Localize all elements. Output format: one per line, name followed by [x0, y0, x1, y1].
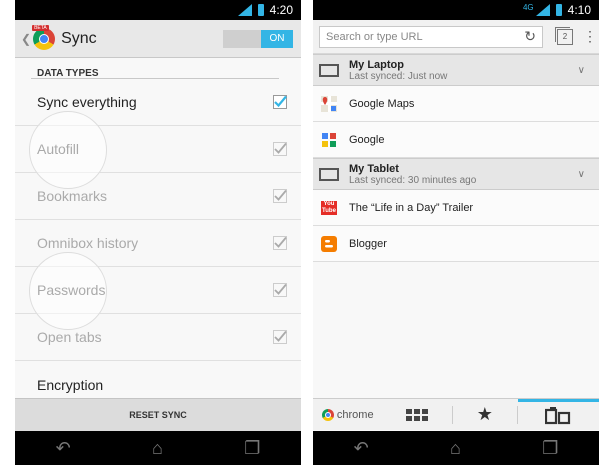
most-visited-button[interactable]	[383, 399, 453, 430]
row-label: Open tabs	[37, 329, 102, 345]
other-devices-icon	[545, 407, 571, 425]
status-bar: 4G 4:10	[313, 0, 599, 20]
checkbox-disabled-icon[interactable]	[273, 236, 287, 250]
section-header: DATA TYPES	[37, 68, 99, 79]
system-nav-bar: ↶ ⌂ ❐	[313, 431, 599, 465]
device-name: My Tablet	[349, 162, 399, 175]
status-clock: 4:20	[269, 3, 293, 17]
omnibox[interactable]: Search or type URL ↻	[319, 25, 543, 48]
back-caret-icon[interactable]: ❮	[21, 32, 31, 46]
device-name: My Laptop	[349, 58, 404, 71]
remote-tab-item[interactable]: Google Maps	[313, 86, 599, 122]
omnibox-placeholder: Search or type URL	[326, 30, 423, 43]
back-icon[interactable]: ↶	[56, 438, 71, 459]
status-clock: 4:10	[567, 3, 591, 17]
row-label: Autofill	[37, 141, 80, 157]
checkbox-disabled-icon[interactable]	[273, 283, 287, 297]
tab-switcher-icon[interactable]: 2	[555, 26, 573, 45]
page-title: Sync	[61, 29, 97, 47]
tab-title: Google	[349, 133, 385, 146]
bottom-nav-bar: chrome ★	[313, 398, 599, 430]
passwords-row[interactable]: Passwords	[15, 252, 301, 330]
grid-icon	[406, 408, 429, 421]
remote-tab-item[interactable]: You Tube The “Life in a Day” Trailer	[313, 190, 599, 226]
system-nav-bar: ↶ ⌂ ❐	[15, 431, 301, 465]
recents-icon[interactable]: ❐	[542, 438, 558, 459]
remote-tab-item[interactable]: Google	[313, 122, 599, 158]
autofill-row[interactable]: Autofill	[15, 111, 301, 189]
star-icon: ★	[476, 404, 493, 424]
sync-toggle[interactable]: ON	[223, 29, 293, 48]
google-maps-favicon	[321, 95, 337, 112]
checkbox-disabled-icon[interactable]	[273, 189, 287, 203]
row-label: Encryption	[37, 376, 104, 393]
remote-tab-item[interactable]: Blogger	[313, 226, 599, 262]
youtube-favicon: You Tube	[321, 200, 337, 216]
home-icon[interactable]: ⌂	[152, 438, 163, 459]
battery-icon	[257, 4, 264, 16]
row-label: Sync everything	[37, 94, 137, 110]
chevron-down-icon[interactable]: ∨	[578, 169, 585, 180]
back-icon[interactable]: ↶	[354, 438, 369, 459]
status-bar: 4:20	[15, 0, 301, 20]
bookmarks-row[interactable]: Bookmarks	[15, 173, 301, 220]
network-type: 4G	[522, 3, 534, 12]
row-label: Omnibox history	[37, 235, 139, 251]
tab-count: 2	[562, 32, 568, 41]
reset-sync-button[interactable]: RESET SYNC	[15, 398, 301, 431]
checkbox-disabled-icon[interactable]	[273, 330, 287, 344]
action-bar: ❮ BETA Sync ON	[15, 20, 301, 58]
row-label: Passwords	[37, 282, 106, 298]
signal-icon	[237, 4, 252, 16]
tablet-icon	[319, 167, 339, 181]
chrome-brand: chrome	[313, 399, 383, 430]
youtube-logo-text: You Tube	[321, 200, 337, 215]
tab-title: Google Maps	[349, 97, 415, 110]
bookmarks-button[interactable]: ★	[453, 399, 517, 430]
other-devices-button[interactable]	[517, 399, 599, 430]
blogger-favicon	[321, 235, 337, 252]
recents-icon[interactable]: ❐	[244, 438, 260, 459]
battery-icon	[555, 4, 562, 16]
beta-tag: BETA	[32, 24, 49, 31]
checkbox-checked-icon[interactable]	[273, 95, 287, 109]
device-sync-status: Last synced: Just now	[349, 70, 448, 82]
toggle-on-label: ON	[261, 29, 293, 48]
chrome-brand-label: chrome	[336, 408, 374, 421]
tab-title: Blogger	[349, 237, 387, 250]
chrome-beta-logo[interactable]: BETA	[32, 24, 56, 50]
toolbar: Search or type URL ↻ 2 ⋮	[313, 20, 599, 54]
chevron-down-icon[interactable]: ∨	[578, 65, 585, 76]
overflow-menu-icon[interactable]: ⋮	[583, 28, 597, 45]
device-sync-status: Last synced: 30 minutes ago	[349, 174, 477, 186]
device-header[interactable]: My Laptop Last synced: Just now ∨	[313, 54, 599, 86]
device-header[interactable]: My Tablet Last synced: 30 minutes ago ∨	[313, 158, 599, 190]
checkbox-disabled-icon[interactable]	[273, 142, 287, 156]
google-favicon	[321, 132, 337, 148]
open-tabs-row[interactable]: Open tabs	[15, 314, 301, 361]
row-label: Bookmarks	[37, 188, 108, 204]
sync-settings-screen: 4:20 ❮ BETA Sync ON DATA TYPES Sync ever…	[15, 0, 301, 465]
signal-icon	[535, 4, 550, 16]
other-devices-screen: 4G 4:10 Search or type URL ↻ 2 ⋮ My Lapt…	[313, 0, 599, 465]
chrome-logo-icon	[321, 408, 334, 421]
tab-title: The “Life in a Day” Trailer	[349, 201, 474, 214]
laptop-icon	[319, 63, 339, 77]
reload-icon[interactable]: ↻	[524, 28, 536, 45]
home-icon[interactable]: ⌂	[450, 438, 461, 459]
